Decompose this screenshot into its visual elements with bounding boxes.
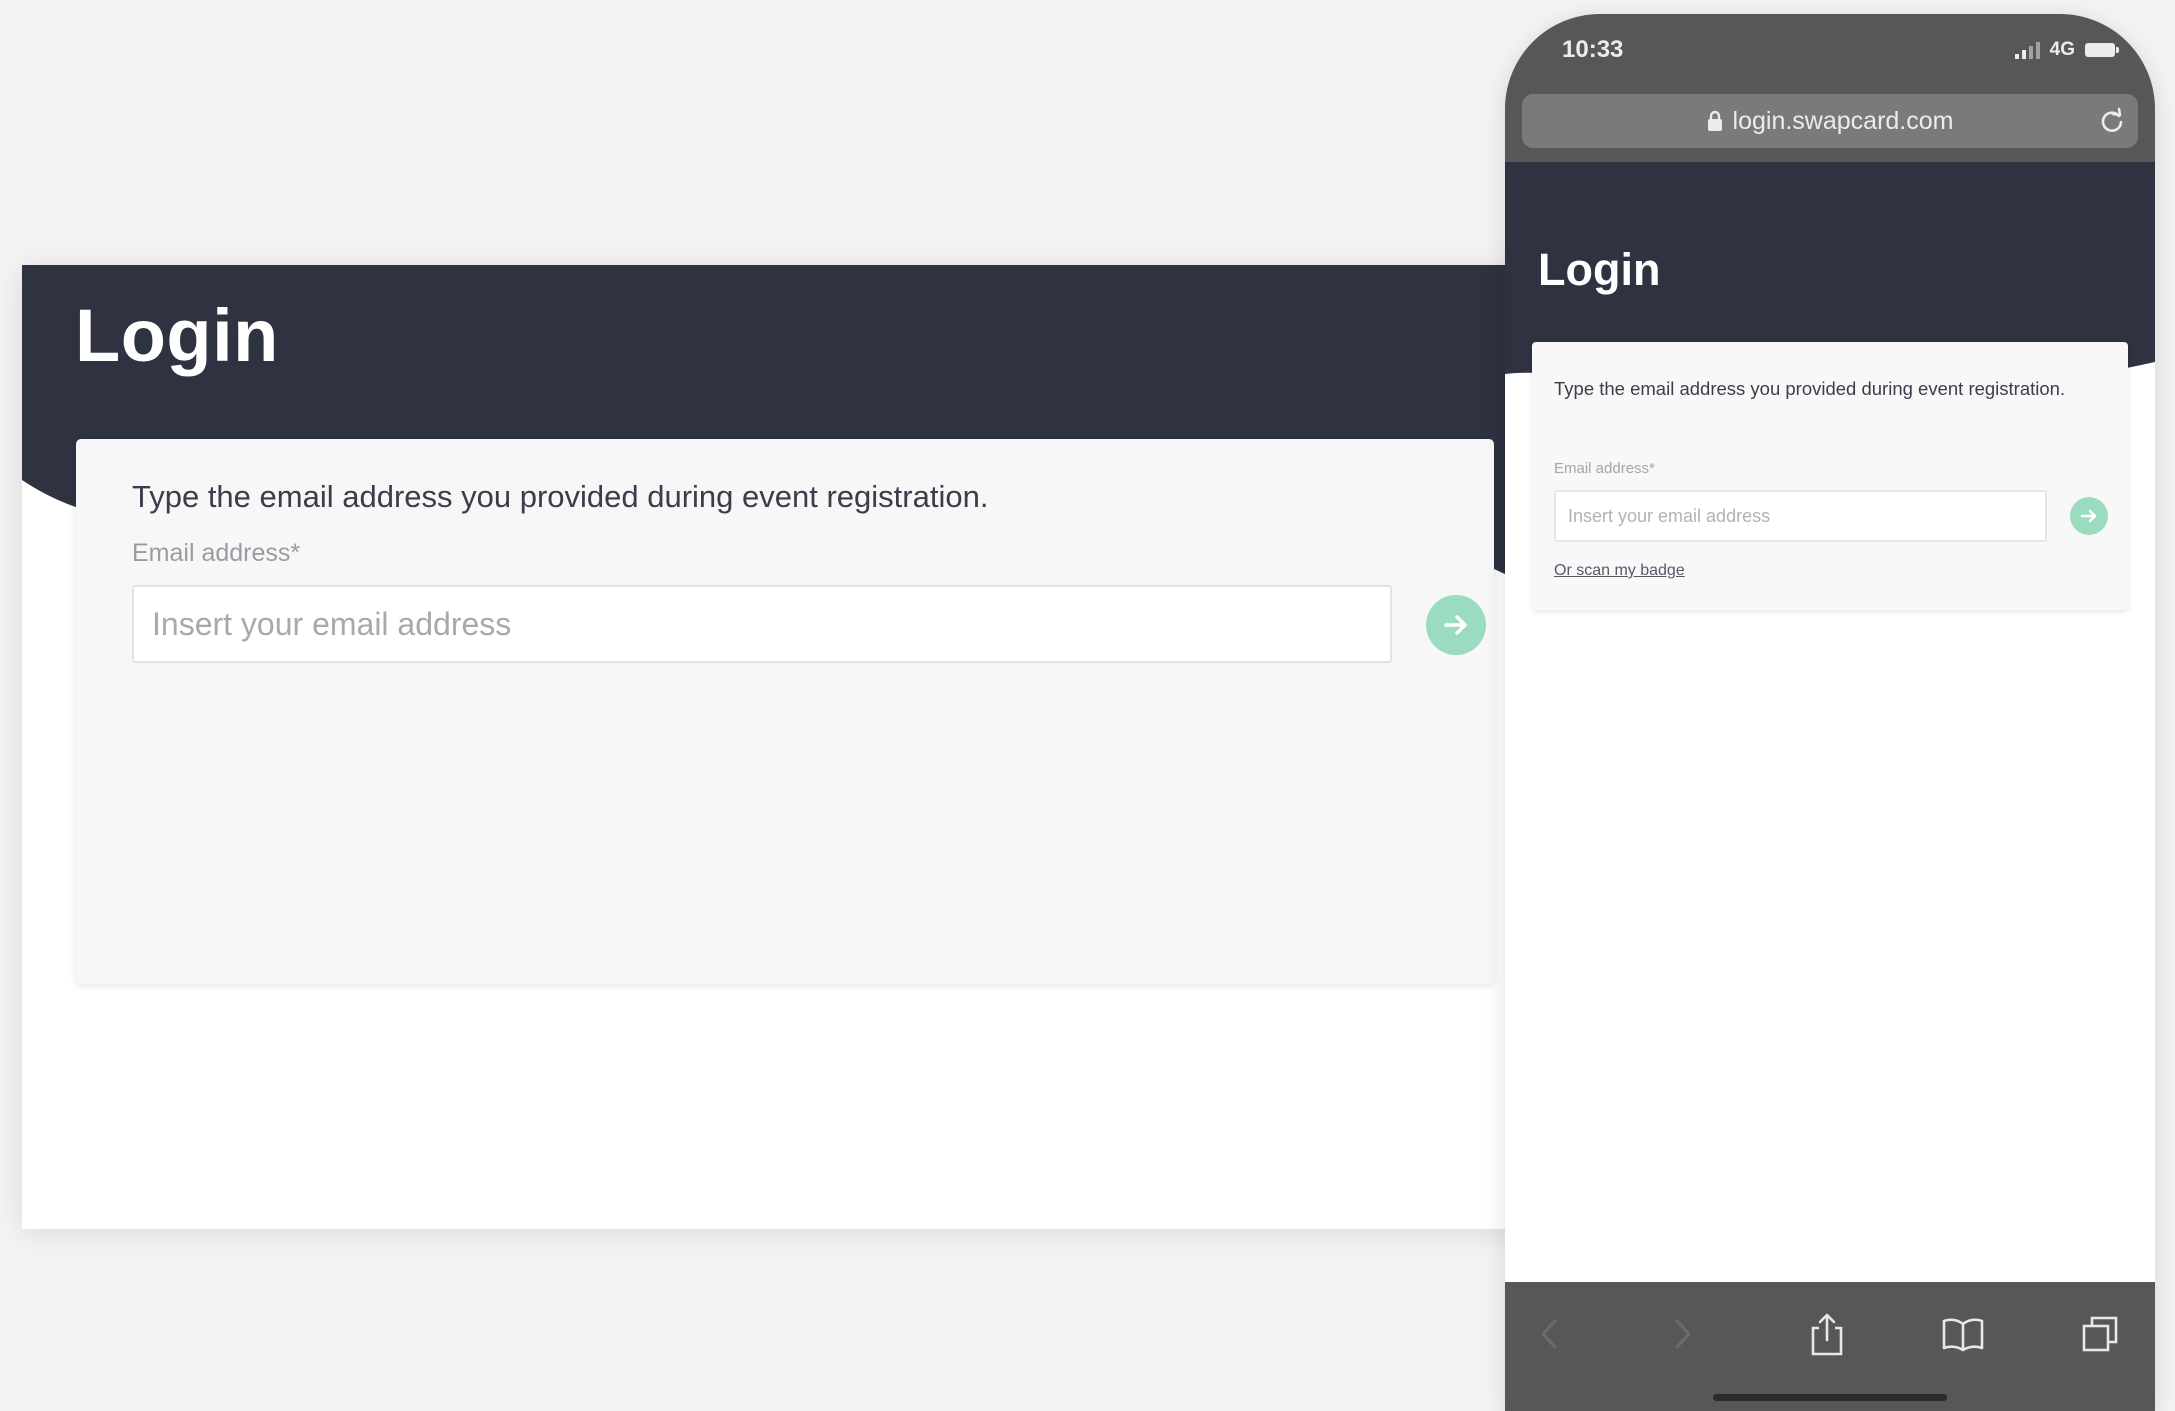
login-instruction: Type the email address you provided duri… <box>132 479 989 514</box>
bookmarks-icon <box>1942 1318 1984 1352</box>
email-field[interactable] <box>132 585 1392 663</box>
tabs-icon <box>2082 1316 2118 1352</box>
network-type: 4G <box>2049 39 2075 60</box>
home-indicator[interactable] <box>1713 1394 1947 1401</box>
address-bar-url: login.swapcard.com <box>1732 106 1954 135</box>
battery-icon <box>2085 43 2119 57</box>
reload-icon[interactable] <box>2098 107 2126 135</box>
address-bar[interactable]: login.swapcard.com <box>1522 94 2138 148</box>
phone-login-instruction: Type the email address you provided duri… <box>1554 378 2066 399</box>
forward-icon <box>1675 1319 1691 1349</box>
tabs-button[interactable] <box>2078 1312 2122 1356</box>
phone-email-field-label: Email address* <box>1554 460 1655 477</box>
share-button[interactable] <box>1805 1312 1849 1356</box>
phone-email-field[interactable] <box>1554 490 2047 542</box>
submit-button[interactable] <box>1426 595 1486 655</box>
scan-badge-link[interactable]: Or scan my badge <box>1554 562 1685 580</box>
phone-page-title: Login <box>1538 244 1661 295</box>
desktop-login-view: Login Type the email address you provide… <box>22 265 1527 1229</box>
phone-login-card: Type the email address you provided duri… <box>1532 342 2128 610</box>
signal-icon <box>2014 41 2040 59</box>
back-button[interactable] <box>1527 1312 1571 1356</box>
share-icon <box>1811 1313 1843 1356</box>
login-card: Type the email address you provided duri… <box>76 439 1494 984</box>
status-time: 10:33 <box>1562 36 1624 63</box>
browser-toolbar <box>1505 1282 2155 1411</box>
forward-button[interactable] <box>1661 1312 1705 1356</box>
arrow-right-icon <box>1444 615 1467 635</box>
phone-submit-button[interactable] <box>2070 497 2108 535</box>
status-indicators: 4G <box>2014 39 2119 61</box>
lock-icon <box>1707 110 1722 131</box>
bookmarks-button[interactable] <box>1941 1312 1985 1356</box>
phone-mockup: 10:33 4G login.swapcard.com Login Type t… <box>1505 14 2155 1411</box>
email-field-label: Email address* <box>132 539 301 567</box>
arrow-right-icon <box>2080 509 2097 523</box>
back-icon <box>1541 1319 1557 1349</box>
page-title: Login <box>75 294 279 377</box>
phone-screen: Login Type the email address you provide… <box>1505 162 2155 1282</box>
